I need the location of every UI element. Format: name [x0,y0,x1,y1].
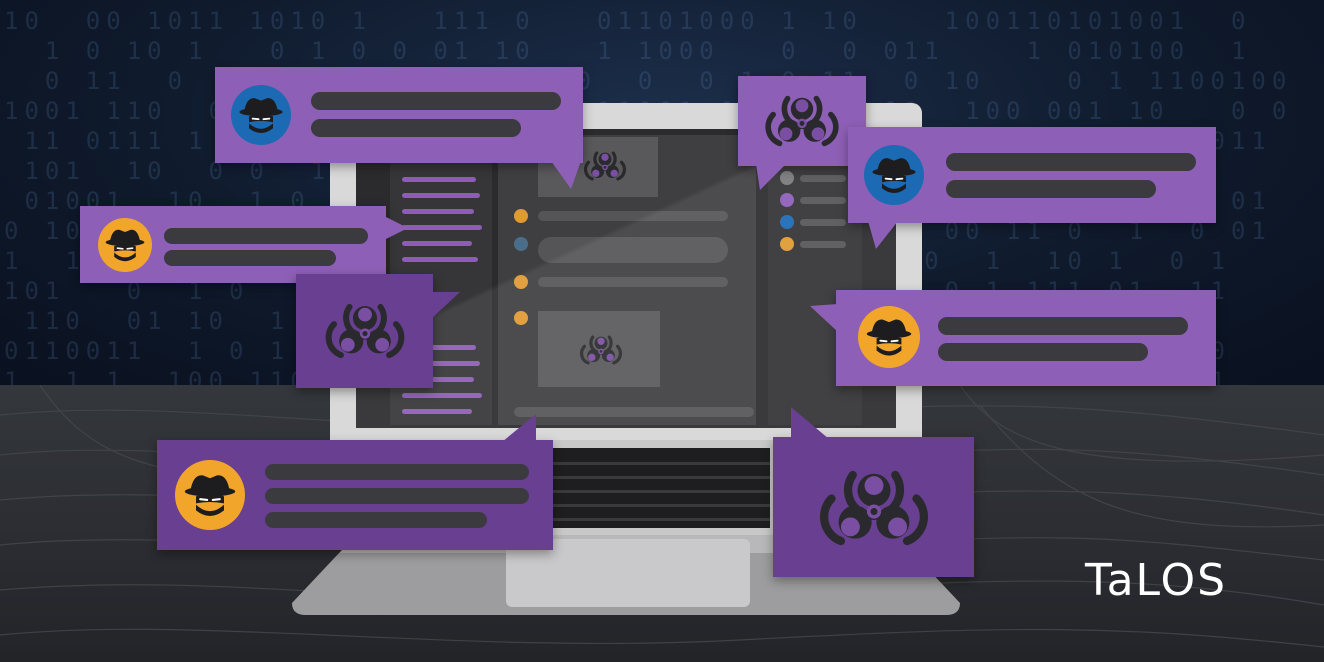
message-line [938,317,1188,335]
message-line [538,237,728,263]
key-row [520,504,770,507]
user-dot [514,311,528,325]
chat-bubble [80,206,408,283]
message-line [311,119,521,137]
channel-line [402,393,482,398]
message-line [164,250,336,266]
message-line [946,180,1156,198]
channel-line [402,193,480,198]
biohazard-icon [815,449,933,567]
key-row [520,476,770,479]
message-line [946,153,1196,171]
spy-icon [98,218,152,272]
illustration-scene: 10 00 1011 1010 1 111 0 01101000 1 10 10… [0,0,1324,662]
biohazard-icon [582,143,628,189]
key-row [520,518,770,521]
message-line [265,512,487,528]
biohazard-icon [578,327,624,373]
image-attachment [538,311,660,387]
channel-line [402,409,472,414]
member-dot [780,215,794,229]
channel-line [402,257,478,262]
spy-icon [858,306,920,368]
chat-bubble [215,67,583,189]
user-dot [514,209,528,223]
message-input [514,407,754,417]
chat-bubble [810,290,1216,386]
chat-app-main [498,135,756,425]
bubble-tail [756,164,786,190]
talos-logo: TaLOS [1085,555,1228,606]
chat-bubble [848,127,1216,249]
message-line [938,343,1148,361]
message-line [164,228,368,244]
member-dot [780,193,794,207]
hacker-avatar [858,306,920,368]
bubble-tail [502,414,536,442]
message-line [311,92,561,110]
user-dot [514,275,528,289]
channel-line [402,225,482,230]
member-line [800,241,846,248]
hacker-avatar [231,85,291,145]
key-row [520,462,770,465]
biohazard-icon [762,81,842,161]
chat-bubble [296,274,460,388]
message-line [538,277,728,287]
hacker-avatar [98,218,152,272]
member-line [800,197,846,204]
member-line [800,219,846,226]
member-dot [780,237,794,251]
message-line [265,464,529,480]
chat-bubble [773,407,974,577]
bubble-tail [380,214,408,242]
member-line [800,175,846,182]
bubble-tail [551,161,581,189]
channel-line [402,209,474,214]
channel-line [402,241,472,246]
bubble-tail [810,304,838,332]
hacker-avatar [864,145,924,205]
laptop-keyboard [520,448,770,528]
spy-icon [231,85,291,145]
channel-line [402,177,476,182]
bubble-tail [791,407,829,439]
bubble-tail [868,221,898,249]
spy-icon [864,145,924,205]
message-line [538,211,728,221]
bubble-tail [430,292,460,320]
key-row [520,490,770,493]
message-line [265,488,529,504]
chat-bubble [157,414,553,550]
user-dot [514,237,528,251]
spy-icon [175,460,245,530]
chat-bubble [738,76,866,190]
hacker-avatar [175,460,245,530]
biohazard-icon [322,288,408,374]
